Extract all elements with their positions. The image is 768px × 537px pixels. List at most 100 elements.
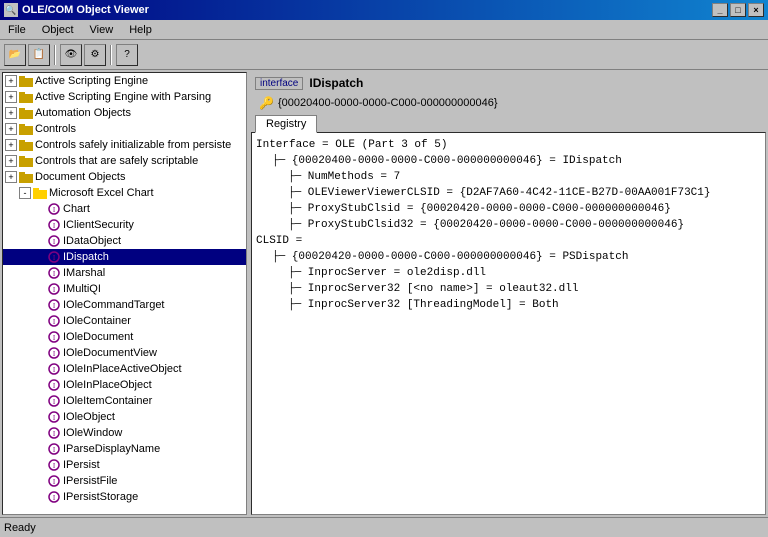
tree-expand-placeholder — [33, 363, 45, 375]
tree-item-label: IOleWindow — [63, 427, 122, 439]
tree-expand-placeholder — [33, 427, 45, 439]
tree-item[interactable]: IIOleContainer — [3, 313, 246, 329]
registry-line: ├─ InprocServer32 [ThreadingModel] = Bot… — [256, 297, 761, 313]
menu-file[interactable]: File — [4, 23, 30, 37]
tree-item[interactable]: +Active Scripting Engine with Parsing — [3, 89, 246, 105]
tree-item-label: IOleInPlaceActiveObject — [63, 363, 182, 375]
tree-item[interactable]: -Microsoft Excel Chart — [3, 185, 246, 201]
tree-expand-icon[interactable]: + — [5, 171, 17, 183]
tree-item[interactable]: IIOleCommandTarget — [3, 297, 246, 313]
interface-icon: I — [47, 314, 61, 328]
tree-item[interactable]: +Active Scripting Engine — [3, 73, 246, 89]
tab-registry[interactable]: Registry — [255, 115, 317, 133]
tree-expand-icon[interactable]: + — [5, 139, 17, 151]
tree-item-label: IMultiQI — [63, 283, 101, 295]
toolbar-btn-5[interactable]: ? — [116, 44, 138, 66]
menu-object[interactable]: Object — [38, 23, 78, 37]
interface-icon: I — [47, 282, 61, 296]
tree-item[interactable]: + Controls — [3, 121, 246, 137]
tree-expand-icon[interactable]: + — [5, 155, 17, 167]
interface-label: interface — [255, 77, 303, 90]
tree-item[interactable]: I IPersist — [3, 457, 246, 473]
toolbar-btn-4[interactable]: ⚙ — [84, 44, 106, 66]
tree-item[interactable]: I IPersistStorage — [3, 489, 246, 505]
svg-text:I: I — [53, 350, 56, 358]
tree-expand-icon[interactable]: - — [19, 187, 31, 199]
tree-item[interactable]: IIOleInPlaceObject — [3, 377, 246, 393]
tree-item-label: Controls safely initializable from persi… — [35, 139, 231, 151]
tree-item-label: Chart — [63, 203, 90, 215]
tree-expand-placeholder — [33, 491, 45, 503]
tree-item[interactable]: +Document Objects — [3, 169, 246, 185]
svg-text:I: I — [53, 414, 56, 422]
tree-item[interactable]: I IOleObject — [3, 409, 246, 425]
tree-item-label: Controls — [35, 123, 76, 135]
app-icon: 🔍 — [4, 3, 18, 17]
svg-text:I: I — [53, 206, 56, 214]
tree-item[interactable]: + Controls safely initializable from pers… — [3, 137, 246, 153]
svg-text:I: I — [53, 382, 56, 390]
interface-icon: I — [47, 394, 61, 408]
menu-view[interactable]: View — [86, 23, 118, 37]
tree-expand-icon[interactable]: + — [5, 91, 17, 103]
menu-help[interactable]: Help — [125, 23, 156, 37]
toolbar-btn-1[interactable]: 📂 — [4, 44, 26, 66]
title-buttons[interactable]: _ □ × — [712, 3, 764, 17]
tree-item[interactable]: IIOleItemContainer — [3, 393, 246, 409]
tree-item[interactable]: I Chart — [3, 201, 246, 217]
tree-item-label: IPersist — [63, 459, 100, 471]
tree-item[interactable]: IIMarshal — [3, 265, 246, 281]
tree-item-label: IPersistFile — [63, 475, 117, 487]
right-panel: interface IDispatch 🔑 {00020400-0000-000… — [251, 72, 766, 515]
folder-icon — [19, 138, 33, 152]
tree-item[interactable]: IIPersistFile — [3, 473, 246, 489]
interface-name: IDispatch — [309, 76, 363, 90]
tree-item-label: IOleObject — [63, 411, 115, 423]
tree-item[interactable]: +Automation Objects — [3, 105, 246, 121]
interface-icon: I — [47, 218, 61, 232]
window-title: OLE/COM Object Viewer — [22, 4, 149, 16]
registry-line: CLSID = — [256, 233, 761, 249]
tree-item[interactable]: IIOleWindow — [3, 425, 246, 441]
tree-item[interactable]: IIOleDocumentView — [3, 345, 246, 361]
folder-icon — [19, 106, 33, 120]
tree-item[interactable]: IIDataObject — [3, 233, 246, 249]
toolbar-btn-2[interactable]: 📋 — [28, 44, 50, 66]
interface-icon: I — [47, 490, 61, 504]
tree-expand-icon[interactable]: + — [5, 123, 17, 135]
tree-item[interactable]: IIOleInPlaceActiveObject — [3, 361, 246, 377]
tree-item[interactable]: IIMultiQI — [3, 281, 246, 297]
tree-panel[interactable]: +Active Scripting Engine+Active Scriptin… — [2, 72, 247, 515]
minimize-button[interactable]: _ — [712, 3, 728, 17]
interface-icon: I — [47, 426, 61, 440]
tree-item-label: IPersistStorage — [63, 491, 138, 503]
tree-expand-icon[interactable]: + — [5, 107, 17, 119]
registry-content[interactable]: Interface = OLE (Part 3 of 5)├─ {0002040… — [251, 132, 766, 515]
tree-expand-placeholder — [33, 347, 45, 359]
guid-line: 🔑 {00020400-0000-0000-C000-000000000046} — [251, 94, 766, 112]
interface-icon: I — [47, 234, 61, 248]
registry-line: ├─ InprocServer = ole2disp.dll — [256, 265, 761, 281]
svg-text:I: I — [53, 238, 56, 246]
tree-item[interactable]: I IOleDocument — [3, 329, 246, 345]
registry-line: ├─ InprocServer32 [<no name>] = oleaut32… — [256, 281, 761, 297]
maximize-button[interactable]: □ — [730, 3, 746, 17]
tree-item[interactable]: IIParseDisplayName — [3, 441, 246, 457]
svg-text:I: I — [53, 494, 56, 502]
tree-expand-placeholder — [33, 395, 45, 407]
close-button[interactable]: × — [748, 3, 764, 17]
tree-item[interactable]: +Controls that are safely scriptable — [3, 153, 246, 169]
toolbar-btn-3[interactable]: 👁 — [60, 44, 82, 66]
tree-expand-icon[interactable]: + — [5, 75, 17, 87]
tree-item-label: IOleDocument — [63, 331, 133, 343]
interface-icon: I — [47, 250, 61, 264]
tree-expand-placeholder — [33, 203, 45, 215]
tree-expand-placeholder — [33, 235, 45, 247]
tree-item[interactable]: IIClientSecurity — [3, 217, 246, 233]
svg-text:I: I — [53, 334, 56, 342]
tree-expand-placeholder — [33, 283, 45, 295]
svg-text:I: I — [53, 462, 56, 470]
folder-open-icon — [33, 186, 47, 200]
toolbar: 📂 📋 👁 ⚙ ? — [0, 40, 768, 70]
tree-item[interactable]: IIDispatch — [3, 249, 246, 265]
